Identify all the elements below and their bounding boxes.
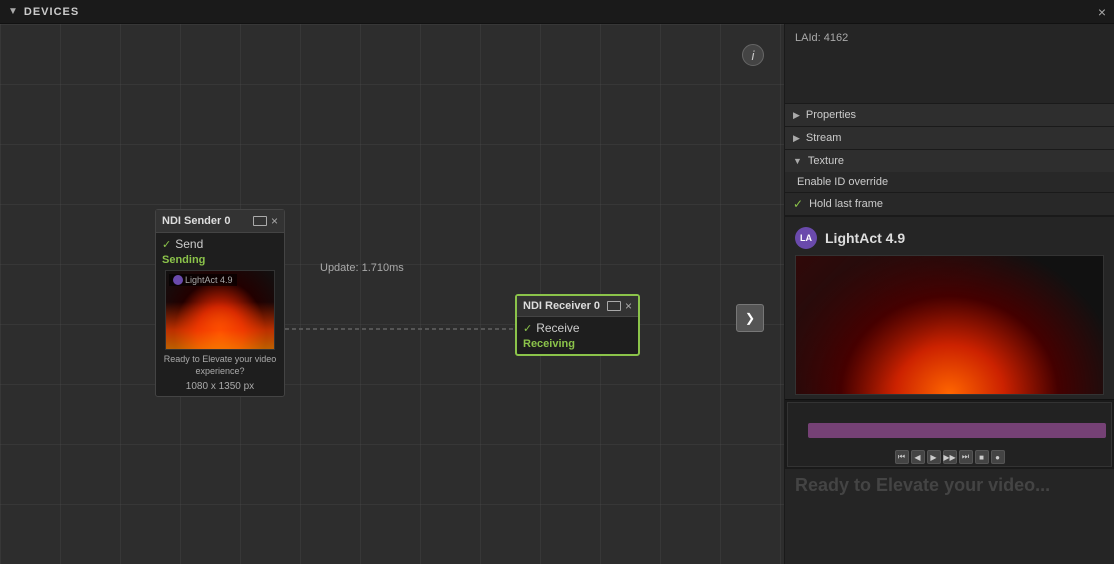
receiver-monitor-icon[interactable] bbox=[607, 301, 621, 311]
sender-thumbnail: LightAct 4.9 bbox=[165, 270, 275, 350]
send-label: Send bbox=[175, 237, 203, 251]
hold-last-frame-row[interactable]: ✓ Hold last frame bbox=[785, 193, 1114, 216]
receive-label: Receive bbox=[536, 321, 579, 335]
preview-container bbox=[795, 255, 1104, 395]
properties-section-header[interactable]: ▶ Properties bbox=[785, 104, 1114, 127]
lightact-brand-name: LightAct 4.9 bbox=[825, 230, 905, 246]
ndi-sender-card: NDI Sender 0 × ✓ Send Sending LightAct 4… bbox=[155, 209, 285, 397]
send-checkbox-row: ✓ Send bbox=[162, 237, 278, 251]
timeline-stop-button[interactable]: ■ bbox=[975, 450, 989, 464]
info-button[interactable]: i bbox=[742, 44, 764, 66]
title-bar: ▼ DEVICES × bbox=[0, 0, 1114, 24]
enable-id-override-label: Enable ID override bbox=[797, 176, 888, 188]
timeline-strip: ⏮ ◀ ▶ ▶▶ ⏭ ■ ● bbox=[785, 399, 1114, 469]
timeline-controls: ⏮ ◀ ▶ ▶▶ ⏭ ■ ● bbox=[788, 450, 1111, 464]
timeline-back-button[interactable]: ◀ bbox=[911, 450, 925, 464]
receiving-status: Receiving bbox=[523, 338, 632, 350]
stream-arrow-icon: ▶ bbox=[793, 133, 800, 144]
ndi-sender-body: ✓ Send Sending LightAct 4.9 Ready to Ele… bbox=[156, 233, 284, 396]
window-title: DEVICES bbox=[24, 6, 79, 18]
texture-label: Texture bbox=[808, 155, 844, 167]
arrow-navigate-button[interactable]: ❯ bbox=[736, 304, 764, 332]
stream-label: Stream bbox=[806, 132, 841, 144]
receive-check-icon: ✓ bbox=[523, 322, 532, 335]
ndi-sender-icons: × bbox=[253, 214, 278, 228]
texture-section: ▼ Texture Enable ID override ✓ Hold last… bbox=[785, 150, 1114, 217]
la-id-label: LAId: 4162 bbox=[785, 24, 1114, 104]
thumbnail-overlay: LightAct 4.9 bbox=[169, 274, 237, 286]
ndi-receiver-header: NDI Receiver 0 × bbox=[517, 296, 638, 317]
enable-id-override-row[interactable]: Enable ID override bbox=[785, 172, 1114, 193]
main-layout: i Update: 1.710ms NDI Sender 0 × ✓ Send … bbox=[0, 24, 1114, 564]
ndi-sender-title: NDI Sender 0 bbox=[162, 215, 230, 227]
close-button[interactable]: × bbox=[1098, 5, 1106, 19]
sending-status: Sending bbox=[162, 254, 278, 266]
receive-checkbox-row: ✓ Receive bbox=[523, 321, 632, 335]
ndi-sender-header: NDI Sender 0 × bbox=[156, 210, 284, 233]
timeline-forward-button[interactable]: ▶▶ bbox=[943, 450, 957, 464]
title-arrow: ▼ bbox=[8, 6, 18, 17]
ndi-receiver-body: ✓ Receive Receiving bbox=[517, 317, 638, 354]
sender-promo-text: Ready to Elevate your video experience? bbox=[162, 354, 278, 377]
preview-fire-image bbox=[796, 256, 1103, 394]
ndi-receiver-icons: × bbox=[607, 299, 632, 313]
ndi-receiver-close-icon[interactable]: × bbox=[625, 299, 632, 313]
lightact-logo-icon: LA bbox=[795, 227, 817, 249]
bottom-brand-text: Ready to Elevate your video... bbox=[785, 469, 1114, 502]
send-check-icon: ✓ bbox=[162, 238, 171, 251]
timeline-back-start-button[interactable]: ⏮ bbox=[895, 450, 909, 464]
connections-svg bbox=[0, 24, 784, 564]
ndi-receiver-card: NDI Receiver 0 × ✓ Receive Receiving bbox=[515, 294, 640, 356]
timeline-record-button[interactable]: ● bbox=[991, 450, 1005, 464]
update-status: Update: 1.710ms bbox=[320, 262, 404, 274]
ndi-receiver-title: NDI Receiver 0 bbox=[523, 300, 600, 312]
texture-section-header[interactable]: ▼ Texture bbox=[785, 150, 1114, 172]
la-logo-small-icon bbox=[173, 275, 183, 285]
hold-last-frame-label: Hold last frame bbox=[809, 198, 883, 210]
timeline-inner: ⏮ ◀ ▶ ▶▶ ⏭ ■ ● bbox=[787, 402, 1112, 467]
texture-arrow-icon: ▼ bbox=[793, 156, 802, 166]
monitor-icon[interactable] bbox=[253, 216, 267, 226]
ndi-sender-close-icon[interactable]: × bbox=[271, 214, 278, 228]
timeline-end-button[interactable]: ⏭ bbox=[959, 450, 973, 464]
properties-arrow-icon: ▶ bbox=[793, 110, 800, 121]
thumbnail-label: LightAct 4.9 bbox=[185, 275, 233, 285]
lightact-brand: LA LightAct 4.9 bbox=[785, 217, 1114, 255]
timeline-track bbox=[808, 423, 1106, 438]
hold-frame-check-icon: ✓ bbox=[793, 197, 803, 211]
sender-dimensions: 1080 x 1350 px bbox=[162, 381, 278, 392]
canvas-area[interactable]: i Update: 1.710ms NDI Sender 0 × ✓ Send … bbox=[0, 24, 784, 564]
right-panel: LAId: 4162 ▶ Properties ▶ Stream ▼ Textu… bbox=[784, 24, 1114, 564]
stream-section-header[interactable]: ▶ Stream bbox=[785, 127, 1114, 150]
timeline-play-button[interactable]: ▶ bbox=[927, 450, 941, 464]
properties-label: Properties bbox=[806, 109, 856, 121]
